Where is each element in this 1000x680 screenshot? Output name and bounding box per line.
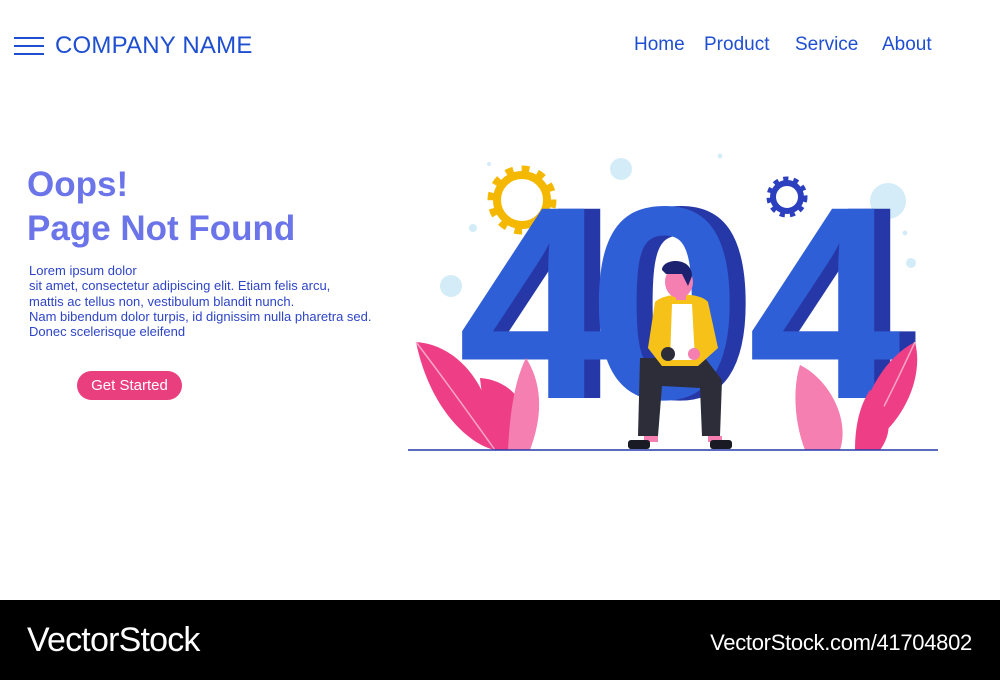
nav-service[interactable]: Service [795,34,858,56]
nav-product[interactable]: Product [704,34,769,56]
watermark-logo: VectorStock [27,621,200,659]
get-started-button[interactable]: Get Started [77,371,182,400]
nav-home[interactable]: Home [634,34,685,56]
description-line: Nam bibendum dolor turpis, id dignissim … [29,308,372,324]
watermark-bar: VectorStock VectorStock.com/41704802 [0,600,1000,680]
404-illustration: 4 0 4 4 0 4 [408,150,938,457]
company-name[interactable]: COMPANY NAME [55,32,253,60]
description-line: Lorem ipsum dolor [29,263,137,278]
hero-description: Lorem ipsum dolor sit amet, consectetur … [29,263,409,339]
title-line-oops: Oops! [27,165,129,204]
description-line: sit amet, consectetur adipiscing elit. E… [29,278,331,294]
site-header: COMPANY NAME Home Product Service About [0,0,1000,92]
description-line: Donec scelerisque eleifend [29,324,186,340]
watermark-url: VectorStock.com/41704802 [710,630,972,655]
nav-about[interactable]: About [882,34,932,56]
page-title: Oops! Page Not Found [27,163,295,251]
description-line: mattis ac tellus non, vestibulum blandit… [29,293,295,309]
title-line-not-found: Page Not Found [27,209,296,248]
hamburger-menu-icon[interactable] [14,36,44,56]
